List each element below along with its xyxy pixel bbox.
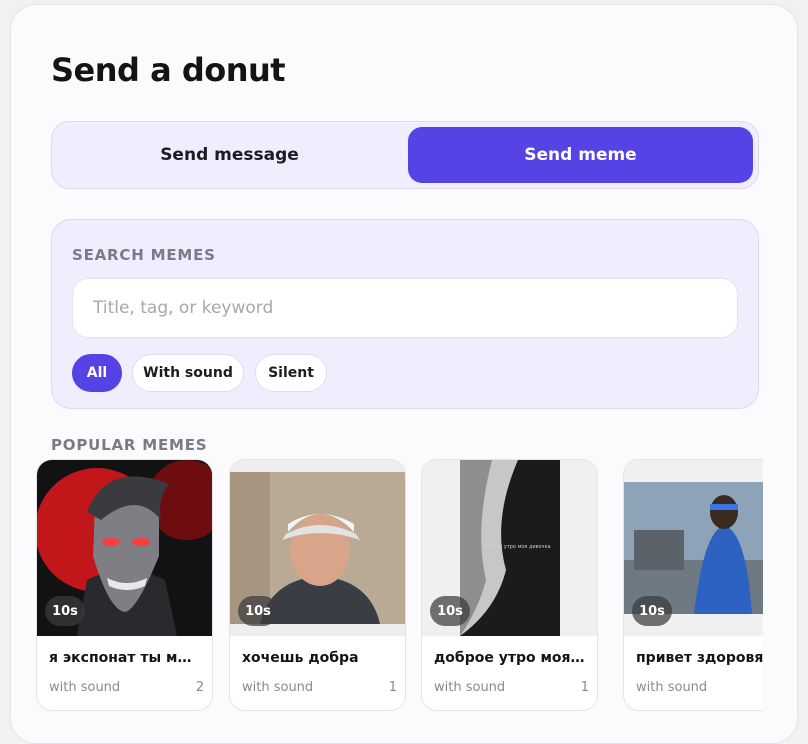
meme-card[interactable]: 10s привет здоровяк with sound — [623, 459, 763, 711]
send-message-tab[interactable]: Send message — [57, 127, 402, 183]
duration-badge: 10s — [632, 596, 672, 626]
search-panel: SEARCH MEMES All With sound Silent — [51, 219, 759, 409]
page-title: Send a donut — [51, 51, 286, 89]
meme-sound-label: with sound — [242, 680, 314, 695]
meme-thumbnail: 10s — [624, 460, 763, 636]
meme-card[interactable]: 10s хочешь добра with sound 1 — [229, 459, 406, 711]
duration-badge: 10s — [45, 596, 85, 626]
duration-badge: 10s — [238, 596, 278, 626]
meme-sound-label: with sound — [49, 680, 121, 695]
meme-card[interactable]: 10s я экспонат ты мо... with sound 2 — [36, 459, 213, 711]
meme-thumbnail: 10s — [230, 460, 405, 636]
mode-toggle: Send message Send meme — [51, 121, 759, 189]
search-input[interactable] — [72, 278, 738, 338]
meme-title: доброе утро моя... — [434, 650, 586, 666]
meme-sound-label: with sound — [434, 680, 506, 695]
meme-title: я экспонат ты мо... — [49, 650, 201, 666]
search-memes-label: SEARCH MEMES — [72, 246, 216, 264]
meme-sound-label: with sound — [636, 680, 708, 695]
meme-thumbnail: 10s — [37, 460, 212, 636]
meme-thumbnail: доброе утро моя девочка 10s — [422, 460, 597, 636]
meme-count: 1 — [388, 680, 397, 695]
popular-memes-carousel[interactable]: 10s я экспонат ты мо... with sound 2 10s… — [36, 459, 763, 720]
filter-with-sound-chip[interactable]: With sound — [132, 354, 244, 392]
popular-memes-label: POPULAR MEMES — [51, 436, 208, 454]
send-meme-tab[interactable]: Send meme — [408, 127, 753, 183]
filter-silent-chip[interactable]: Silent — [255, 354, 327, 392]
thumbnail-caption: доброе утро моя девочка — [483, 544, 551, 550]
filter-all-chip[interactable]: All — [72, 354, 122, 392]
meme-count: 1 — [580, 680, 589, 695]
meme-title: привет здоровяк — [636, 650, 763, 666]
meme-card[interactable]: доброе утро моя девочка 10s доброе утро … — [421, 459, 598, 711]
meme-count: 2 — [195, 680, 204, 695]
duration-badge: 10s — [430, 596, 470, 626]
meme-title: хочешь добра — [242, 650, 359, 666]
